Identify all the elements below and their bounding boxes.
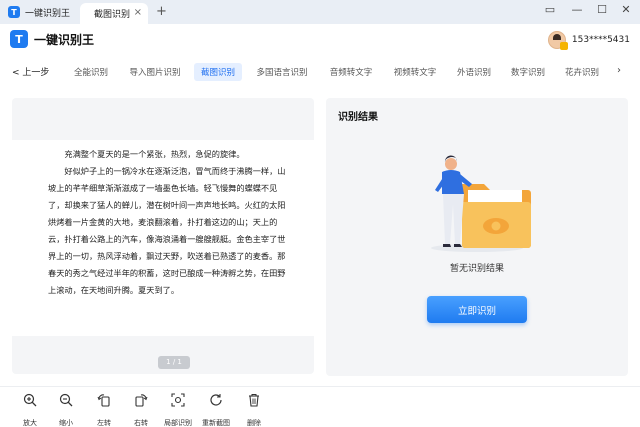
- tab-audio-to-text[interactable]: 音频转文字: [324, 63, 378, 81]
- retake-screenshot-label: 重新截图: [202, 419, 230, 427]
- tab-flower-recognition[interactable]: 花卉识别: [560, 63, 604, 81]
- app-header: T 一键识别王 153****5431: [0, 24, 640, 56]
- tab-foreign-language[interactable]: 外语识别: [452, 63, 496, 81]
- add-tab-icon[interactable]: +: [156, 4, 167, 19]
- preview-paragraph: 充满整个夏天的是一个紧张，热烈，急促的旋律。: [64, 149, 245, 159]
- app-tab-label: 一键识别王: [25, 8, 71, 19]
- screen-icon[interactable]: ▭: [541, 3, 559, 16]
- user-phone: 153****5431: [571, 35, 630, 45]
- refresh-icon: [210, 394, 222, 406]
- empty-folder-illustration-icon: [431, 155, 531, 252]
- user-account[interactable]: 153****5431: [547, 31, 630, 50]
- tab-import-image[interactable]: 导入图片识别: [124, 63, 186, 81]
- zoom-out-button[interactable]: 缩小: [48, 393, 84, 427]
- trash-icon: [249, 394, 259, 407]
- brand-name: 一键识别王: [34, 32, 95, 47]
- rotate-left-icon: [97, 394, 110, 407]
- partial-recognition-button[interactable]: 局部识别: [160, 393, 196, 427]
- page-indicator: 1 / 1: [158, 356, 190, 369]
- retake-screenshot-button[interactable]: 重新截图: [198, 393, 234, 427]
- maximize-button[interactable]: ☐: [593, 3, 611, 16]
- minimize-button[interactable]: —: [568, 3, 586, 16]
- rotate-right-label: 右转: [134, 419, 148, 427]
- avatar[interactable]: [547, 31, 568, 50]
- image-preview-panel: 充满整个夏天的是一个紧张，热烈，急促的旋律。 好似炉子上的一锅冷水在逐渐泛泡，冒…: [12, 98, 314, 374]
- rotate-left-button[interactable]: 左转: [86, 393, 122, 427]
- back-button[interactable]: < 上一步: [12, 65, 49, 78]
- zoom-in-button[interactable]: 放大: [12, 393, 48, 427]
- tab-screenshot-recognition[interactable]: 截图识别 ×: [80, 3, 148, 24]
- app-tab[interactable]: T 一键识别王: [0, 0, 78, 24]
- chevron-right-icon[interactable]: ›: [617, 65, 621, 76]
- rotate-left-label: 左转: [97, 419, 111, 427]
- tab-video-to-text[interactable]: 视频转文字: [388, 63, 442, 81]
- brand: T 一键识别王: [10, 30, 94, 48]
- zoom-out-label: 缩小: [59, 419, 73, 427]
- close-tab-icon[interactable]: ×: [134, 7, 142, 18]
- result-panel: 识别结果 暂无识别结果 立即识别: [326, 98, 628, 376]
- delete-label: 删除: [247, 419, 261, 427]
- recognize-now-button[interactable]: 立即识别: [427, 296, 527, 323]
- title-bar: T 一键识别王 截图识别 × + ▭ — ☐ ✕: [0, 0, 640, 24]
- close-window-button[interactable]: ✕: [617, 3, 635, 16]
- vip-badge-icon: [559, 42, 568, 50]
- preview-paragraph: 好似炉子上的一锅冷水在逐渐泛泡，冒气而终于沸腾一样，山坡上的芊芊细草渐渐滋成了一…: [48, 166, 286, 295]
- tab-multilingual[interactable]: 多国语言识别: [251, 63, 313, 81]
- app-logo-icon: T: [8, 6, 20, 18]
- screenshot-image: 充满整个夏天的是一个紧张，热烈，急促的旋律。 好似炉子上的一锅冷水在逐渐泛泡，冒…: [12, 140, 314, 336]
- zoom-out-icon: [59, 393, 73, 407]
- tab-digit-recognition[interactable]: 数字识别: [506, 63, 550, 81]
- image-toolbar: 放大 缩小 左转 右转 局部识别 重新截图 删除: [0, 386, 640, 427]
- zoom-in-icon: [23, 393, 37, 407]
- doc-tab-label: 截图识别: [94, 10, 131, 20]
- tab-all-recognition[interactable]: 全能识别: [66, 63, 116, 81]
- rotate-right-icon: [135, 394, 148, 407]
- rotate-right-button[interactable]: 右转: [123, 393, 159, 427]
- result-title: 识别结果: [338, 112, 378, 123]
- tab-screenshot[interactable]: 截图识别: [194, 63, 242, 81]
- brand-logo-icon: T: [10, 30, 28, 48]
- zoom-in-label: 放大: [23, 419, 37, 427]
- feature-nav: < 上一步 全能识别 导入图片识别 截图识别 多国语言识别 音频转文字 视频转文…: [0, 58, 640, 86]
- scan-area-icon: [171, 393, 185, 407]
- delete-button[interactable]: 删除: [236, 393, 272, 427]
- empty-result-text: 暂无识别结果: [449, 264, 504, 274]
- partial-recognition-label: 局部识别: [164, 419, 192, 427]
